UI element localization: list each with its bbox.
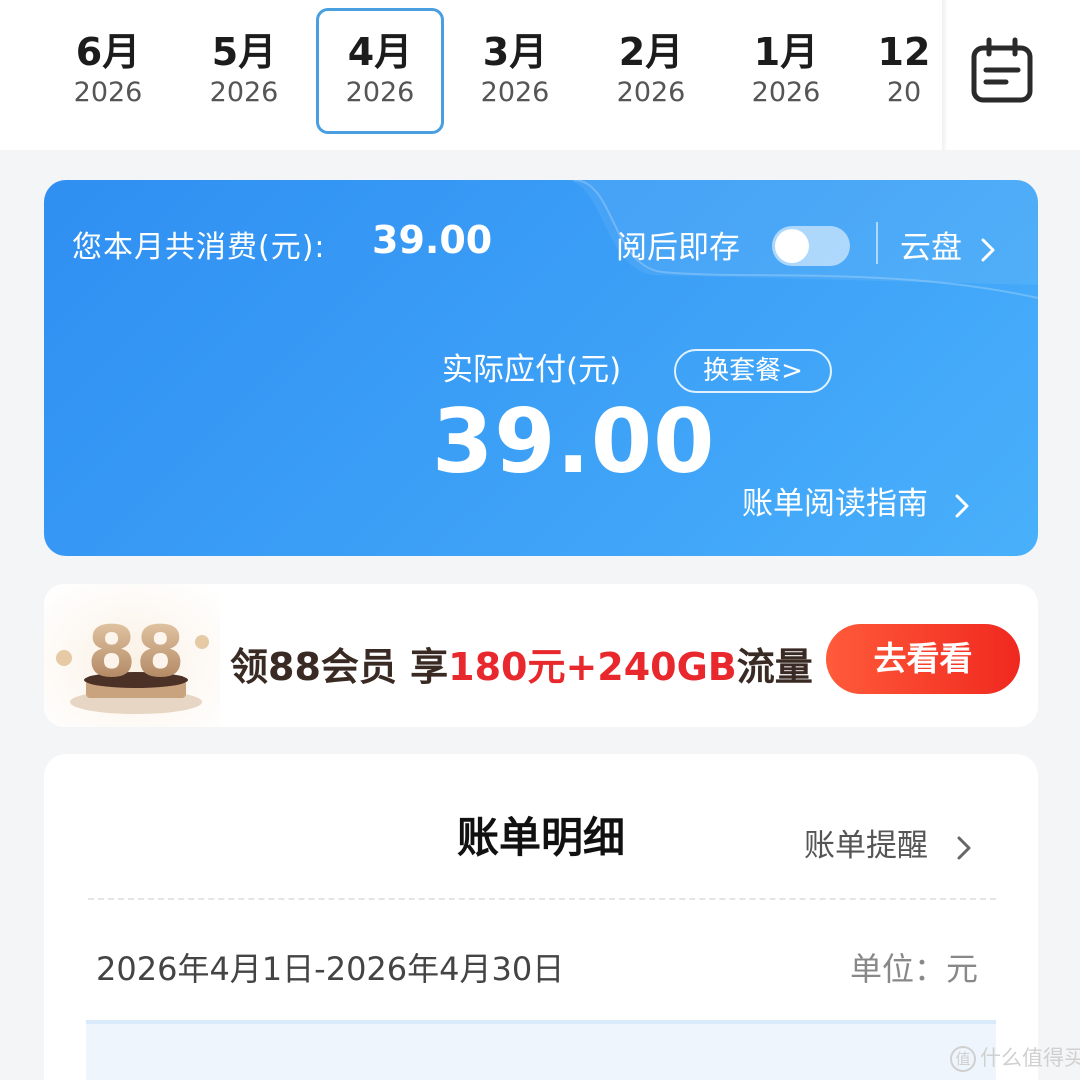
autosave-label: 阅后即存 [616, 230, 740, 266]
currency-unit: 单位：元 [850, 950, 979, 988]
month-label: 6月 [75, 30, 141, 74]
badge-text: 88 [87, 611, 184, 693]
promo-text-highlight: 180元+240GB [448, 645, 737, 689]
year-label: 2026 [751, 77, 821, 108]
membership-88-badge-icon: 88 [44, 584, 220, 727]
month-label: 2月 [618, 30, 684, 74]
month-label: 3月 [482, 30, 548, 74]
watermark-logo-icon: 值 [950, 1046, 976, 1072]
promo-text: 领88会员 享180元+240GB流量 [230, 636, 813, 691]
promo-banner[interactable]: 88 领88会员 享180元+240GB流量 去看看 [44, 584, 1038, 727]
month-tab-5[interactable]: 1月 2026 [722, 8, 850, 134]
cloud-drive-link[interactable]: 云盘 [900, 222, 998, 267]
bill-details-card: 账单明细 账单提醒 2026年4月1日-2026年4月30日 单位：元 [44, 754, 1038, 1080]
year-label: 2026 [345, 77, 415, 108]
year-label: 2026 [616, 77, 686, 108]
month-tab-3[interactable]: 3月 2026 [451, 8, 579, 134]
year-label: 2026 [480, 77, 550, 108]
bill-guide-label: 账单阅读指南 [742, 486, 928, 522]
autosave-toggle[interactable] [772, 226, 850, 266]
divider-shadow [942, 0, 948, 150]
chevron-right-icon [981, 238, 995, 261]
promo-text-part2: 流量 [736, 645, 813, 689]
month-label: 12 [877, 30, 931, 74]
chevron-right-icon [957, 836, 971, 859]
cloud-drive-label: 云盘 [900, 230, 962, 266]
dashed-divider [88, 898, 996, 900]
site-watermark: 值什么值得买 [950, 1042, 1080, 1072]
month-tab-0[interactable]: 6月 2026 [44, 8, 172, 134]
calendar-icon[interactable] [962, 34, 1040, 112]
month-tab-4[interactable]: 2月 2026 [587, 8, 715, 134]
actual-payable-value: 39.00 [432, 390, 716, 493]
month-label: 5月 [211, 30, 277, 74]
month-strip[interactable]: 6月 2026 5月 2026 4月 2026 3月 2026 2月 2026 … [40, 0, 942, 150]
month-label: 4月 [347, 30, 413, 74]
details-table-header [86, 1020, 996, 1080]
promo-text-part1: 领88会员 享 [230, 645, 449, 689]
change-plan-button[interactable]: 换套餐> [674, 349, 832, 393]
bill-summary-card: 您本月共消费(元): 39.00 阅后即存 云盘 实际应付(元) 换套餐> 39… [44, 180, 1038, 556]
vertical-separator [876, 222, 878, 264]
month-tab-2-selected[interactable]: 4月 2026 [316, 8, 444, 134]
total-consumption-label: 您本月共消费(元): [72, 230, 326, 265]
watermark-text: 什么值得买 [980, 1046, 1080, 1070]
chevron-right-icon [955, 494, 969, 517]
toggle-knob [775, 229, 809, 263]
month-tab-6[interactable]: 12 20 [840, 8, 942, 134]
year-label: 20 [886, 77, 922, 108]
total-consumption-value: 39.00 [372, 218, 493, 262]
bill-reminder-label: 账单提醒 [804, 828, 928, 864]
year-label: 2026 [73, 77, 143, 108]
bill-reminder-link[interactable]: 账单提醒 [804, 820, 974, 865]
month-tab-1[interactable]: 5月 2026 [180, 8, 308, 134]
billing-period: 2026年4月1日-2026年4月30日 [96, 950, 565, 988]
month-label: 1月 [753, 30, 819, 74]
go-see-button[interactable]: 去看看 [826, 624, 1020, 694]
year-label: 2026 [209, 77, 279, 108]
bill-guide-link[interactable]: 账单阅读指南 [742, 478, 972, 523]
month-selector-bar: 6月 2026 5月 2026 4月 2026 3月 2026 2月 2026 … [0, 0, 1080, 150]
actual-payable-label: 实际应付(元) [442, 352, 622, 388]
